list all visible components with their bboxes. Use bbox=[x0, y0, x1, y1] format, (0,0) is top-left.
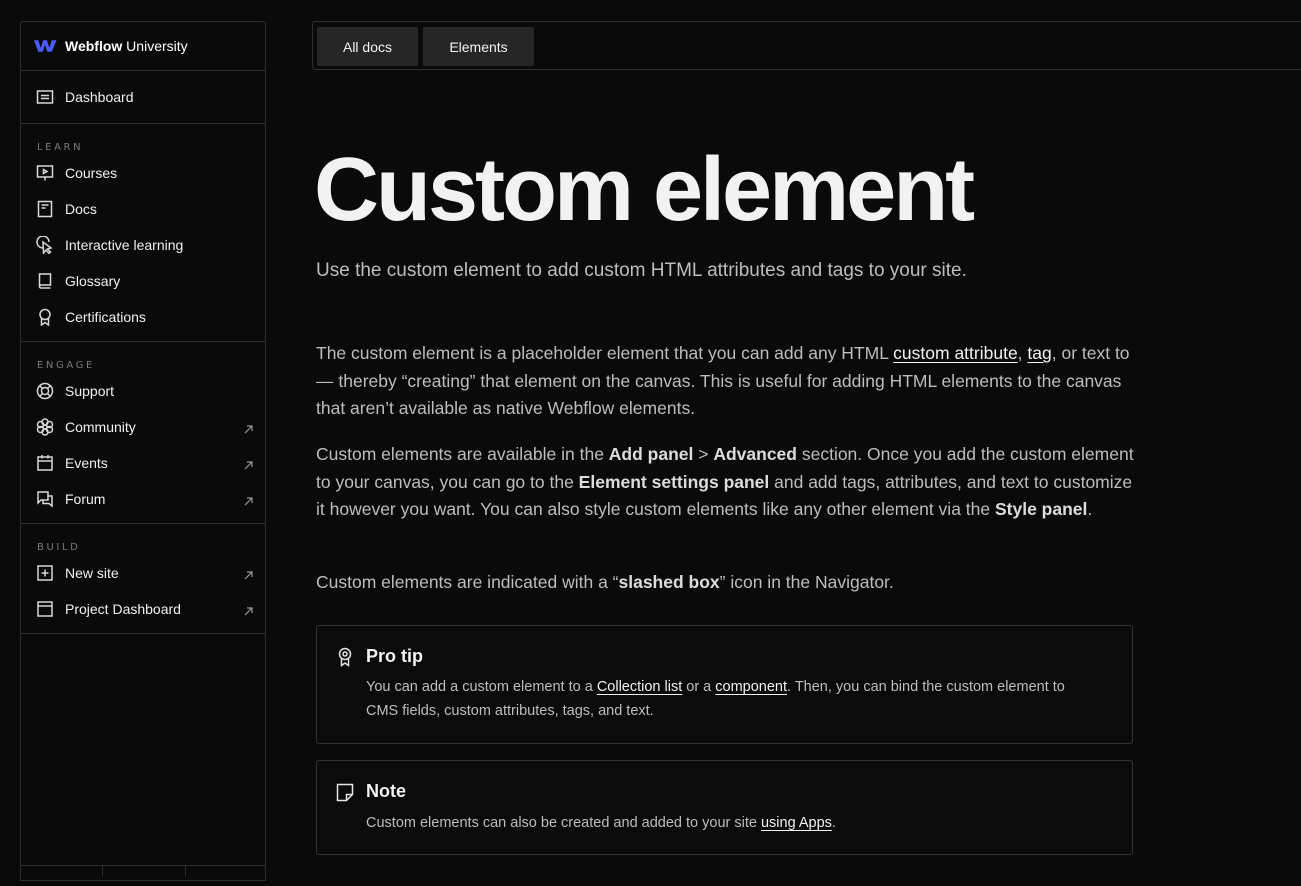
sidebar-item-label: New site bbox=[65, 565, 119, 581]
page-subtitle: Use the custom element to add custom HTM… bbox=[316, 260, 967, 281]
sidebar-item-glossary[interactable]: Glossary bbox=[21, 263, 265, 299]
note-callout: Note Custom elements can also be created… bbox=[316, 760, 1133, 855]
sidebar-item-label: Interactive learning bbox=[65, 237, 184, 253]
engage-section: ENGAGE Support Community Events Forum bbox=[21, 342, 265, 524]
tag-link[interactable]: tag bbox=[1027, 343, 1051, 363]
build-section: BUILD New site Project Dashboard bbox=[21, 524, 265, 634]
sidebar-item-project-dashboard[interactable]: Project Dashboard bbox=[21, 591, 265, 627]
custom-attribute-link[interactable]: custom attribute bbox=[893, 343, 1018, 363]
navigator-paragraph: Custom elements are indicated with a “sl… bbox=[316, 572, 894, 592]
sidebar-item-new-site[interactable]: New site bbox=[21, 555, 265, 591]
award-icon bbox=[36, 308, 54, 326]
component-link[interactable]: component bbox=[715, 679, 787, 695]
sidebar-item-certifications[interactable]: Certifications bbox=[21, 299, 265, 335]
sidebar-footer bbox=[21, 865, 265, 886]
chat-icon bbox=[36, 490, 54, 508]
external-link-icon bbox=[244, 567, 253, 580]
external-link-icon bbox=[244, 603, 253, 616]
sticky-note-icon bbox=[336, 783, 354, 801]
document-icon bbox=[36, 200, 54, 218]
window-icon bbox=[36, 600, 54, 618]
page-title: Custom element bbox=[314, 140, 975, 240]
sidebar-item-label: Community bbox=[65, 419, 136, 435]
webflow-logo-icon bbox=[34, 40, 57, 52]
sidebar: Webflow University Dashboard LEARN Cours… bbox=[20, 21, 266, 881]
award-icon bbox=[338, 647, 352, 667]
using-apps-link[interactable]: using Apps bbox=[761, 815, 832, 831]
lifebuoy-icon bbox=[36, 382, 54, 400]
flower-icon bbox=[36, 418, 54, 436]
callout-title: Note bbox=[366, 781, 406, 801]
sidebar-item-label: Project Dashboard bbox=[65, 601, 181, 617]
dashboard-icon bbox=[36, 88, 54, 106]
sidebar-item-label: Glossary bbox=[65, 273, 121, 289]
book-icon bbox=[36, 272, 54, 290]
brand-name: Webflow University bbox=[65, 38, 188, 54]
tab-all-docs[interactable]: All docs bbox=[317, 27, 418, 66]
availability-paragraph: Custom elements are available in the Add… bbox=[316, 444, 1134, 519]
collection-list-link[interactable]: Collection list bbox=[597, 679, 682, 695]
calendar-icon bbox=[36, 454, 54, 472]
intro-paragraph: The custom element is a placeholder elem… bbox=[316, 343, 1130, 418]
sidebar-item-docs[interactable]: Docs bbox=[21, 191, 265, 227]
sidebar-item-label: Forum bbox=[65, 491, 106, 507]
sidebar-item-support[interactable]: Support bbox=[21, 373, 265, 409]
doc-tabs: All docs Elements bbox=[312, 21, 1301, 70]
footer-divider bbox=[102, 866, 103, 876]
presentation-icon bbox=[36, 164, 54, 182]
cursor-click-icon bbox=[36, 236, 54, 254]
sidebar-item-label: Docs bbox=[65, 201, 97, 217]
sidebar-item-label: Support bbox=[65, 383, 115, 399]
pro-tip-callout: Pro tip You can add a custom element to … bbox=[316, 625, 1133, 744]
sidebar-item-label: Courses bbox=[65, 165, 118, 181]
external-link-icon bbox=[244, 421, 253, 434]
dashboard-section: Dashboard bbox=[21, 71, 265, 124]
callout-header: Pro tip bbox=[336, 646, 423, 667]
callout-title: Pro tip bbox=[366, 646, 423, 666]
sidebar-item-label: Certifications bbox=[65, 309, 146, 325]
brand-header[interactable]: Webflow University bbox=[21, 22, 265, 71]
sidebar-item-interactive-learning[interactable]: Interactive learning bbox=[21, 227, 265, 263]
sidebar-item-label: Dashboard bbox=[65, 89, 134, 105]
sidebar-item-courses[interactable]: Courses bbox=[21, 155, 265, 191]
callout-header: Note bbox=[336, 781, 406, 802]
plus-square-icon bbox=[36, 564, 54, 582]
external-link-icon bbox=[244, 457, 253, 470]
sidebar-item-label: Events bbox=[65, 455, 108, 471]
learn-section: LEARN Courses Docs Interactive learning … bbox=[21, 124, 265, 342]
tab-elements[interactable]: Elements bbox=[423, 27, 534, 66]
callout-body: You can add a custom element to a Collec… bbox=[366, 679, 1065, 719]
external-link-icon bbox=[244, 493, 253, 506]
section-label-build: BUILD bbox=[37, 542, 81, 553]
sidebar-item-community[interactable]: Community bbox=[21, 409, 265, 445]
callout-body: Custom elements can also be created and … bbox=[366, 815, 836, 831]
footer-divider bbox=[185, 866, 186, 876]
sidebar-item-forum[interactable]: Forum bbox=[21, 481, 265, 517]
sidebar-item-events[interactable]: Events bbox=[21, 445, 265, 481]
section-label-learn: LEARN bbox=[37, 142, 84, 153]
sidebar-item-dashboard[interactable]: Dashboard bbox=[21, 79, 265, 115]
section-label-engage: ENGAGE bbox=[37, 360, 95, 371]
